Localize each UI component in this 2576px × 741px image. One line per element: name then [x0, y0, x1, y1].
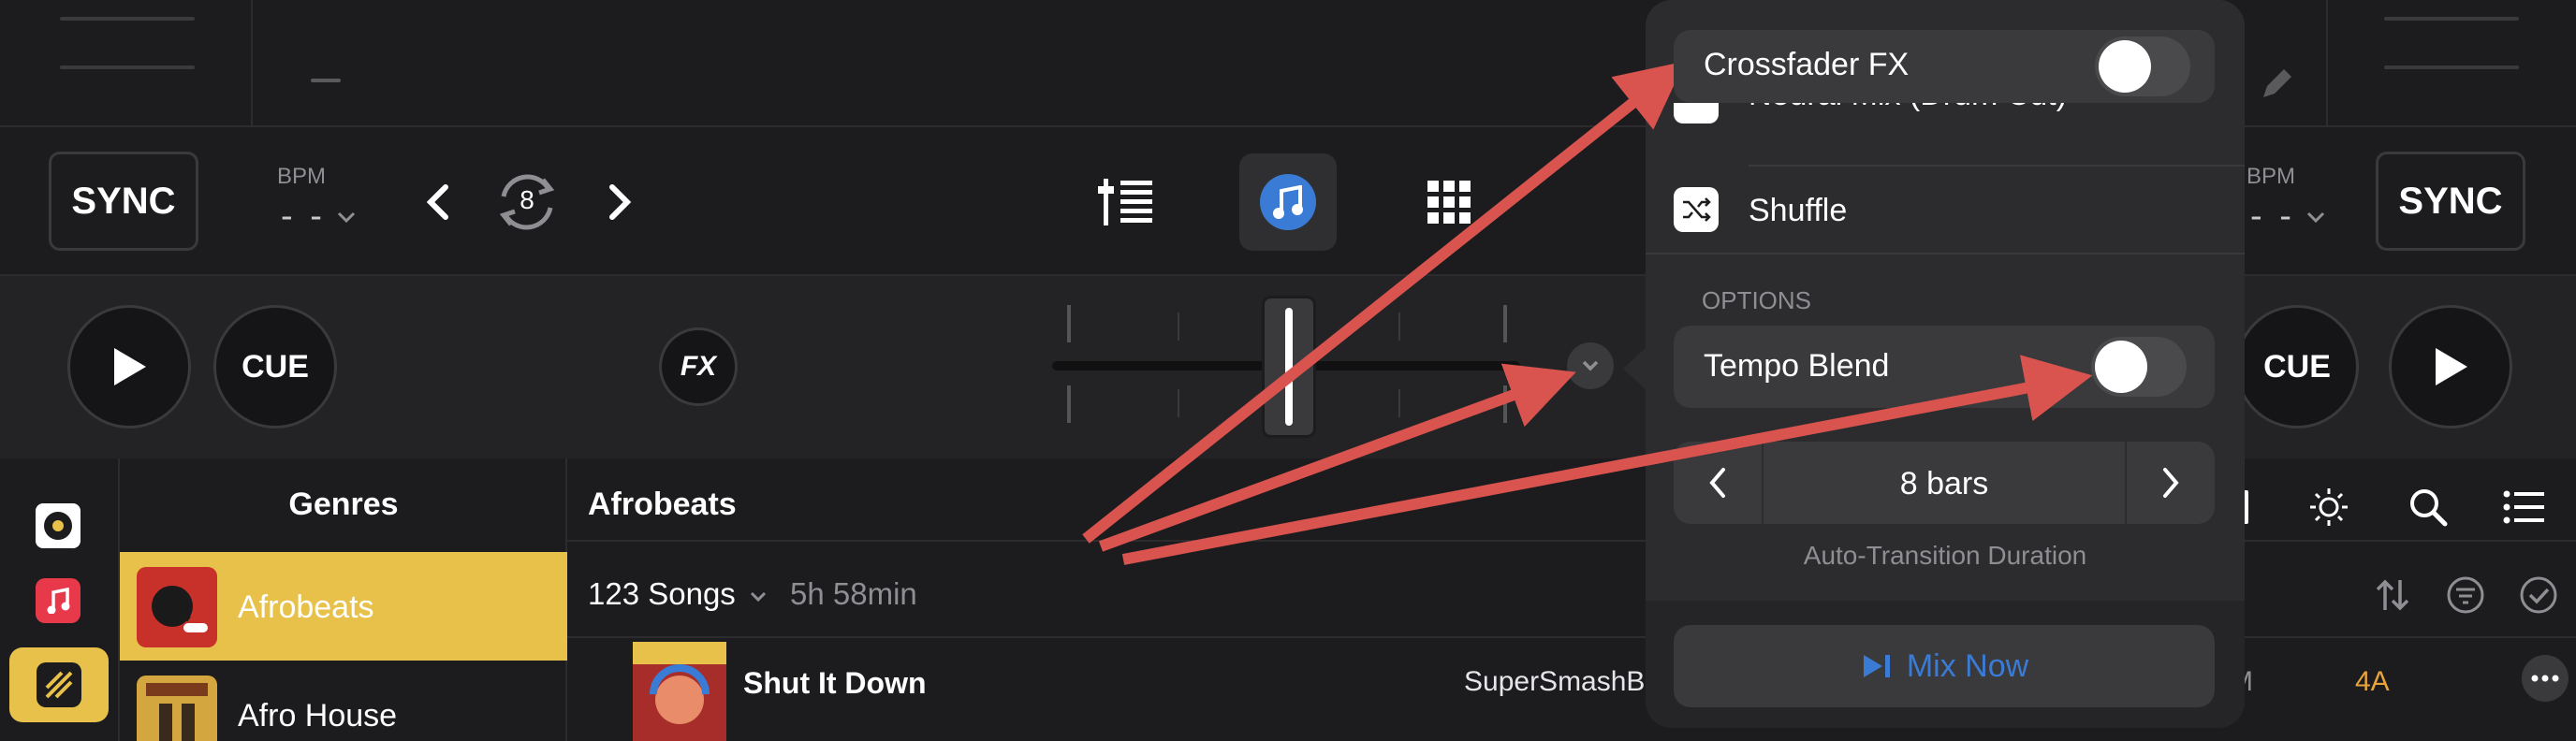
crossfader-fx-row[interactable]: Crossfader FX	[1674, 30, 2215, 103]
crossfader-fx-label: Crossfader FX	[1704, 47, 1910, 82]
crossfader-fx-toggle[interactable]	[2095, 36, 2190, 96]
arrow-to-tempo-blend	[1121, 355, 2093, 565]
annotation-arrows	[1082, 61, 2093, 565]
toggle-knob	[2099, 40, 2151, 93]
